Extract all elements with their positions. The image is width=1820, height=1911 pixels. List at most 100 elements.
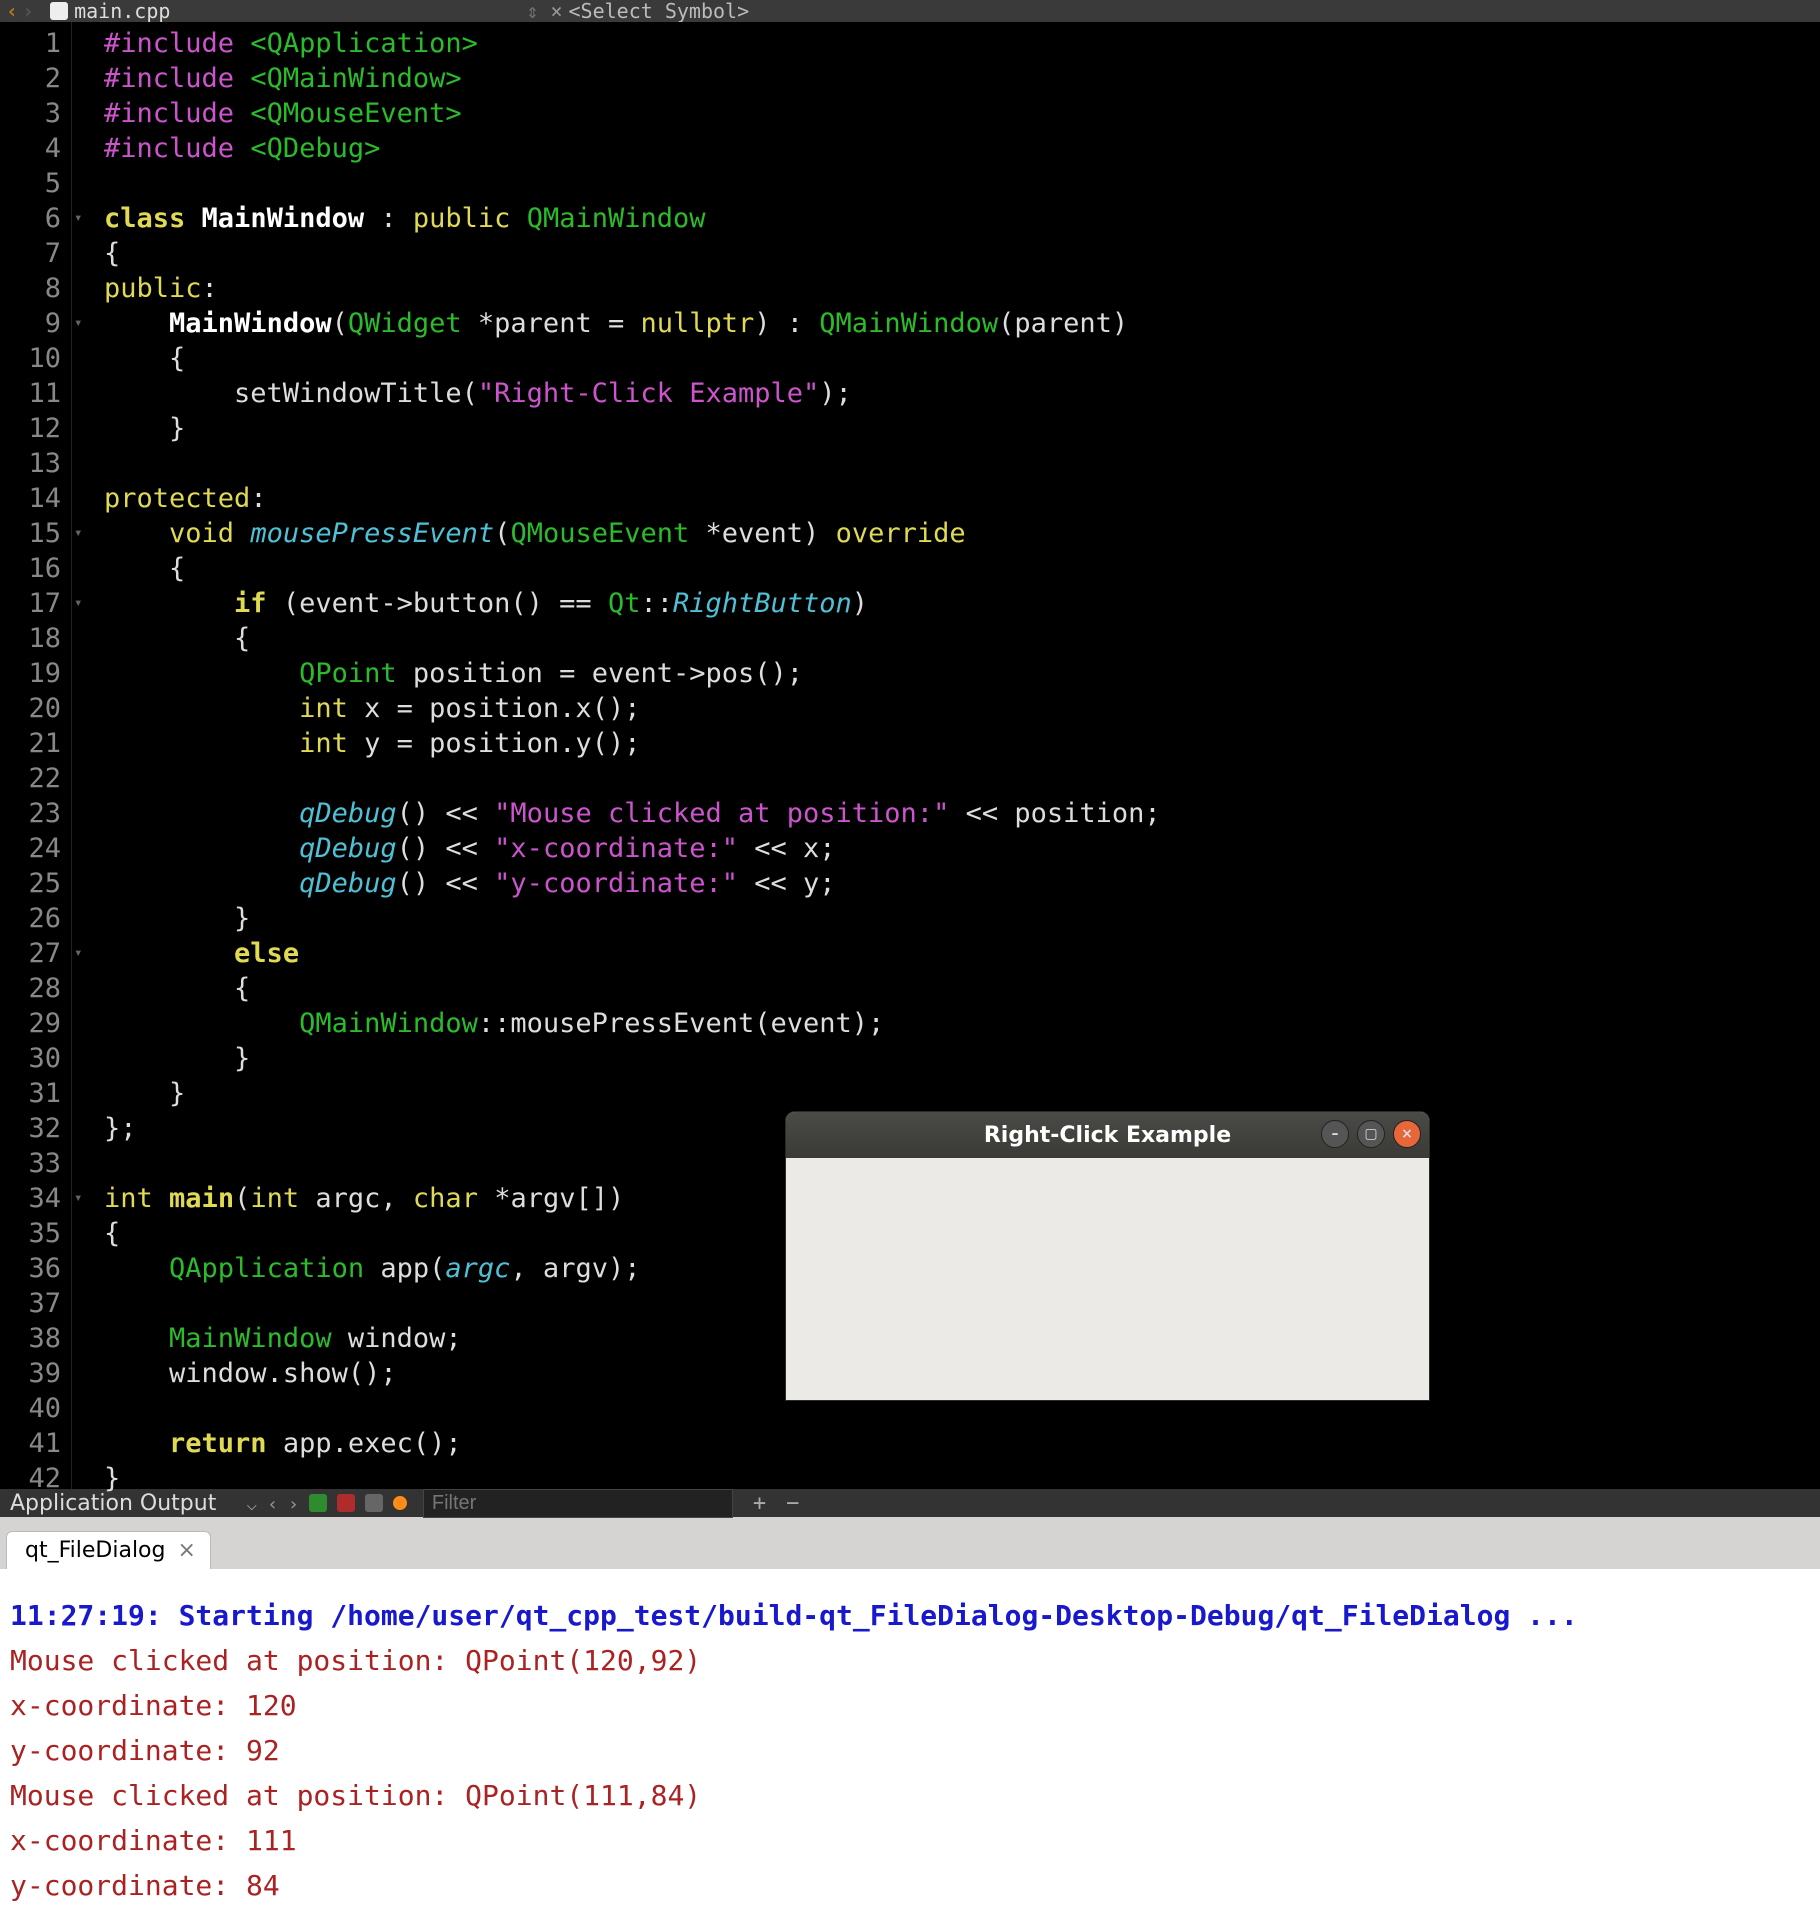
line-number-gutter: 1234567891011121314151617181920212223242…: [0, 22, 72, 1489]
line-number: 29: [14, 1006, 61, 1041]
line-number: 18: [14, 621, 61, 656]
code-line[interactable]: public:: [104, 271, 1820, 306]
code-line[interactable]: qDebug() << "y-coordinate:" << y;: [104, 866, 1820, 901]
line-number: 39: [14, 1356, 61, 1391]
line-number: 26: [14, 901, 61, 936]
code-line[interactable]: QMainWindow::mousePressEvent(event);: [104, 1006, 1820, 1041]
code-line[interactable]: qDebug() << "Mouse clicked at position:"…: [104, 796, 1820, 831]
nav-back-icon[interactable]: ‹: [6, 0, 18, 23]
run-button[interactable]: [309, 1494, 327, 1512]
example-app-window[interactable]: Right-Click Example – ▢ ×: [785, 1111, 1430, 1401]
symbol-selector[interactable]: <Select Symbol>: [569, 0, 750, 23]
code-editor[interactable]: 1234567891011121314151617181920212223242…: [0, 22, 1820, 1489]
code-line[interactable]: #include <QMouseEvent>: [104, 96, 1820, 131]
nav-forward-icon[interactable]: ›: [22, 0, 34, 23]
code-line[interactable]: {: [104, 621, 1820, 656]
line-number: 22: [14, 761, 61, 796]
symbol-close-icon[interactable]: ×: [550, 0, 562, 23]
status-indicator-icon: [393, 1496, 407, 1510]
line-number: 5: [14, 166, 61, 201]
code-line[interactable]: [104, 761, 1820, 796]
fold-toggle-icon[interactable]: ▾: [74, 1190, 82, 1206]
code-line[interactable]: }: [104, 901, 1820, 936]
code-line[interactable]: [104, 446, 1820, 481]
line-number: 16: [14, 551, 61, 586]
line-number: 8: [14, 271, 61, 306]
code-line[interactable]: {: [104, 971, 1820, 1006]
console-line: y-coordinate: 84: [10, 1863, 1810, 1908]
line-number: 42: [14, 1461, 61, 1496]
code-line[interactable]: setWindowTitle("Right-Click Example");: [104, 376, 1820, 411]
code-line[interactable]: void mousePressEvent(QMouseEvent *event)…: [104, 516, 1820, 551]
line-number: 3: [14, 96, 61, 131]
fold-toggle-icon[interactable]: ▾: [74, 525, 82, 541]
fold-toggle-icon[interactable]: ▾: [74, 945, 82, 961]
code-line[interactable]: }: [104, 411, 1820, 446]
line-number: 32: [14, 1111, 61, 1146]
line-number: 23: [14, 796, 61, 831]
line-number: 15: [14, 516, 61, 551]
line-number: 21: [14, 726, 61, 761]
line-number: 36: [14, 1251, 61, 1286]
reload-icon[interactable]: [365, 1494, 383, 1512]
line-number: 11: [14, 376, 61, 411]
window-titlebar[interactable]: Right-Click Example – ▢ ×: [786, 1112, 1429, 1158]
line-number: 6: [14, 201, 61, 236]
code-line[interactable]: class MainWindow : public QMainWindow: [104, 201, 1820, 236]
code-line[interactable]: {: [104, 551, 1820, 586]
output-tab-label: qt_FileDialog: [25, 1538, 165, 1563]
code-line[interactable]: [104, 166, 1820, 201]
history-fwd-icon[interactable]: ›: [288, 1494, 299, 1512]
code-line[interactable]: return app.exec();: [104, 1426, 1820, 1461]
code-line[interactable]: #include <QApplication>: [104, 26, 1820, 61]
cpp-file-icon: [50, 2, 68, 20]
line-number: 13: [14, 446, 61, 481]
file-tab[interactable]: main.cpp: [40, 0, 180, 23]
code-line[interactable]: }: [104, 1076, 1820, 1111]
code-line[interactable]: {: [104, 236, 1820, 271]
code-line[interactable]: protected:: [104, 481, 1820, 516]
line-number: 4: [14, 131, 61, 166]
code-line[interactable]: }: [104, 1461, 1820, 1496]
file-tab-label: main.cpp: [74, 0, 170, 23]
stop-button[interactable]: [337, 1494, 355, 1512]
code-line[interactable]: #include <QDebug>: [104, 131, 1820, 166]
code-line[interactable]: QPoint position = event->pos();: [104, 656, 1820, 691]
code-line[interactable]: int y = position.y();: [104, 726, 1820, 761]
fold-toggle-icon[interactable]: ▾: [74, 210, 82, 226]
console-line: y-coordinate: 92: [10, 1728, 1810, 1773]
line-number: 14: [14, 481, 61, 516]
line-number: 12: [14, 411, 61, 446]
output-tabs: qt_FileDialog ×: [0, 1517, 1820, 1569]
code-line[interactable]: if (event->button() == Qt::RightButton): [104, 586, 1820, 621]
line-number: 20: [14, 691, 61, 726]
output-tab[interactable]: qt_FileDialog ×: [6, 1531, 211, 1569]
code-line[interactable]: qDebug() << "x-coordinate:" << x;: [104, 831, 1820, 866]
code-line[interactable]: MainWindow(QWidget *parent = nullptr) : …: [104, 306, 1820, 341]
code-line[interactable]: else: [104, 936, 1820, 971]
output-tab-close-icon[interactable]: ×: [177, 1538, 195, 1563]
fold-toggle-icon[interactable]: ▾: [74, 315, 82, 331]
window-close-button[interactable]: ×: [1393, 1120, 1421, 1148]
code-line[interactable]: }: [104, 1041, 1820, 1076]
console-start-line: 11:27:19: Starting /home/user/qt_cpp_tes…: [10, 1593, 1810, 1638]
code-line[interactable]: #include <QMainWindow>: [104, 61, 1820, 96]
line-number: 27: [14, 936, 61, 971]
line-number: 38: [14, 1321, 61, 1356]
fold-column[interactable]: ▾ ▾ ▾ ▾ ▾ ▾: [72, 22, 92, 1489]
fold-toggle-icon[interactable]: ▾: [74, 595, 82, 611]
code-line[interactable]: int x = position.x();: [104, 691, 1820, 726]
line-number: 25: [14, 866, 61, 901]
line-number: 17: [14, 586, 61, 621]
attach-icon[interactable]: ⌵: [246, 1494, 257, 1512]
window-maximize-button[interactable]: ▢: [1357, 1120, 1385, 1148]
line-number: 41: [14, 1426, 61, 1461]
application-output-console[interactable]: 11:27:19: Starting /home/user/qt_cpp_tes…: [0, 1569, 1820, 1911]
line-number: 31: [14, 1076, 61, 1111]
history-back-icon[interactable]: ‹: [267, 1494, 278, 1512]
code-line[interactable]: {: [104, 341, 1820, 376]
line-number: 2: [14, 61, 61, 96]
editor-tabstrip: ‹ › main.cpp ⇕ × <Select Symbol>: [0, 0, 1820, 22]
window-minimize-button[interactable]: –: [1321, 1120, 1349, 1148]
console-line: x-coordinate: 111: [10, 1818, 1810, 1863]
